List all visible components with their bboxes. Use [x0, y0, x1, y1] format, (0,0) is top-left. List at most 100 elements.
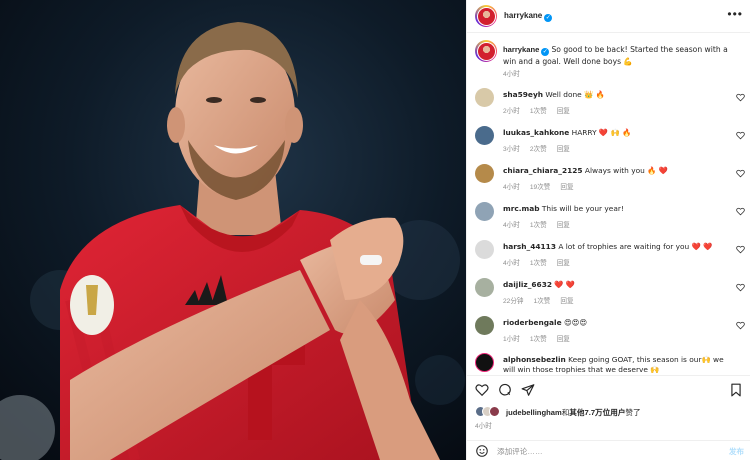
bookmark-icon[interactable] — [729, 383, 743, 397]
comment-heart-icon[interactable] — [736, 207, 745, 216]
liker-username[interactable]: judebellingham — [506, 408, 562, 417]
commenter-avatar[interactable] — [475, 353, 494, 372]
comment-icon[interactable] — [498, 383, 512, 397]
post-actions: judebellingham和其他7.7万位用户赞了 4小时 发布 — [467, 375, 750, 460]
comment-time[interactable]: 1小时 — [503, 336, 520, 343]
commenter-avatar[interactable] — [475, 316, 494, 335]
commenter-username[interactable]: alphonsebezlin — [503, 355, 566, 364]
post-photo[interactable] — [0, 0, 466, 460]
reply-button[interactable]: 回复 — [560, 184, 573, 191]
comment-meta: 3小时 2次赞 回复 — [503, 143, 580, 153]
comment-body: A lot of trophies are waiting for you ❤️… — [558, 242, 713, 251]
caption-avatar[interactable] — [475, 40, 497, 62]
comment-input[interactable] — [497, 445, 707, 458]
comment-time[interactable]: 4小时 — [503, 184, 520, 191]
reply-button[interactable]: 回复 — [557, 222, 570, 229]
comment-meta: 1小时 1次赞 回复 — [503, 333, 580, 343]
commenter-username[interactable]: daijliz_6632 — [503, 280, 552, 289]
post-caption: harrykane ✓ So good to be back! Started t… — [503, 44, 743, 67]
liker-avatars[interactable] — [475, 406, 505, 417]
comment-heart-icon[interactable] — [736, 93, 745, 102]
caption-time[interactable]: 4小时 — [503, 68, 520, 78]
post-comment-button[interactable]: 发布 — [729, 446, 744, 457]
commenter-username[interactable]: rioderbengale — [503, 318, 562, 327]
likes-suffix: 赞了 — [625, 408, 641, 417]
commenter-avatar[interactable] — [475, 240, 494, 259]
comment-like-count[interactable]: 2次赞 — [530, 146, 547, 153]
comment-row: mrc.mab This will be your year! 4小时 1次赞 回复 — [475, 202, 745, 238]
comment-body: Always with you 🔥 ❤️ — [584, 166, 668, 175]
post-time[interactable]: 4小时 — [475, 420, 492, 430]
reply-button[interactable]: 回复 — [557, 260, 570, 267]
comment-text: chiara_chiara_2125 Always with you 🔥 ❤️ — [503, 166, 725, 176]
reply-button[interactable]: 回复 — [557, 108, 570, 115]
comment-row: daijliz_6632 ❤️ ❤️ 22分钟 1次赞 回复 — [475, 278, 745, 314]
commenter-username[interactable]: harsh_44113 — [503, 242, 556, 251]
commenter-username[interactable]: chiara_chiara_2125 — [503, 166, 583, 175]
comment-meta: 4小时 1次赞 回复 — [503, 219, 580, 229]
comment-body: HARRY ❤️ 🙌 🔥 — [571, 128, 632, 137]
comment-like-count[interactable]: 1次赞 — [530, 222, 547, 229]
commenter-avatar[interactable] — [475, 202, 494, 221]
commenter-avatar[interactable] — [475, 126, 494, 145]
comment-like-count[interactable]: 1次赞 — [534, 298, 551, 305]
comment-body: Well done 👑 🔥 — [545, 90, 605, 99]
comment-time[interactable]: 22分钟 — [503, 298, 524, 305]
emoji-icon[interactable] — [475, 444, 489, 458]
comment-heart-icon[interactable] — [736, 321, 745, 330]
comment-meta: 2小时 1次赞 回复 — [503, 105, 580, 115]
author-avatar[interactable] — [475, 5, 497, 27]
comment-like-count[interactable]: 1次赞 — [530, 108, 547, 115]
comment-body: 😍😍😍 — [563, 318, 588, 327]
comment-body: ❤️ ❤️ — [554, 280, 576, 289]
comment-heart-icon[interactable] — [736, 169, 745, 178]
author-username-text[interactable]: harrykane — [504, 11, 542, 20]
player-image — [0, 0, 466, 460]
comment-text: sha59eyh Well done 👑 🔥 — [503, 90, 725, 100]
comment-like-count[interactable]: 1次赞 — [530, 260, 547, 267]
comment-time[interactable]: 4小时 — [503, 260, 520, 267]
likes-summary: judebellingham和其他7.7万位用户赞了 — [506, 407, 641, 418]
comment-row: harsh_44113 A lot of trophies are waitin… — [475, 240, 745, 276]
comment-heart-icon[interactable] — [736, 283, 745, 292]
heart-icon[interactable] — [475, 383, 489, 397]
likes-count[interactable]: 其他7.7万位用户 — [569, 408, 625, 417]
comment-heart-icon[interactable] — [736, 245, 745, 254]
verified-badge-icon: ✓ — [541, 48, 550, 56]
add-comment-bar: 发布 — [467, 440, 750, 460]
reply-button[interactable]: 回复 — [557, 336, 570, 343]
share-icon[interactable] — [521, 383, 535, 397]
post-header: harrykane ✓ ••• — [467, 0, 750, 33]
comment-like-count[interactable]: 1次赞 — [530, 336, 547, 343]
comment-text: daijliz_6632 ❤️ ❤️ — [503, 280, 725, 290]
comment-row: chiara_chiara_2125 Always with you 🔥 ❤️ 4… — [475, 164, 745, 200]
commenter-username[interactable]: mrc.mab — [503, 204, 540, 213]
comment-like-count[interactable]: 19次赞 — [530, 184, 551, 191]
commenter-avatar[interactable] — [475, 88, 494, 107]
comment-text: luukas_kahkone HARRY ❤️ 🙌 🔥 — [503, 128, 725, 138]
comment-body: This will be your year! — [541, 204, 624, 213]
caption-username[interactable]: harrykane — [503, 45, 539, 54]
verified-badge-icon: ✓ — [544, 14, 553, 22]
commenter-avatar[interactable] — [475, 164, 494, 183]
comment-text: mrc.mab This will be your year! — [503, 204, 725, 214]
comment-time[interactable]: 3小时 — [503, 146, 520, 153]
reply-button[interactable]: 回复 — [557, 146, 570, 153]
comment-row: sha59eyh Well done 👑 🔥 2小时 1次赞 回复 — [475, 88, 745, 124]
more-options-icon[interactable]: ••• — [727, 8, 743, 20]
comment-meta: 22分钟 1次赞 回复 — [503, 295, 584, 305]
reply-button[interactable]: 回复 — [560, 298, 573, 305]
comment-meta: 4小时 19次赞 回复 — [503, 181, 584, 191]
commenter-username[interactable]: luukas_kahkone — [503, 128, 569, 137]
comment-meta: 4小时 1次赞 回复 — [503, 257, 580, 267]
comment-text: alphonsebezlin Keep going GOAT, this sea… — [503, 355, 725, 375]
commenter-username[interactable]: sha59eyh — [503, 90, 543, 99]
comment-time[interactable]: 2小时 — [503, 108, 520, 115]
comment-heart-icon[interactable] — [736, 131, 745, 140]
comment-row: rioderbengale 😍😍😍 1小时 1次赞 回复 — [475, 316, 745, 352]
post-sidebar: harrykane ✓ ••• harrykane ✓ So good to be … — [466, 0, 750, 460]
author-username[interactable]: harrykane ✓ — [504, 11, 553, 22]
commenter-avatar[interactable] — [475, 278, 494, 297]
comment-row: luukas_kahkone HARRY ❤️ 🙌 🔥 3小时 2次赞 回复 — [475, 126, 745, 162]
comment-time[interactable]: 4小时 — [503, 222, 520, 229]
